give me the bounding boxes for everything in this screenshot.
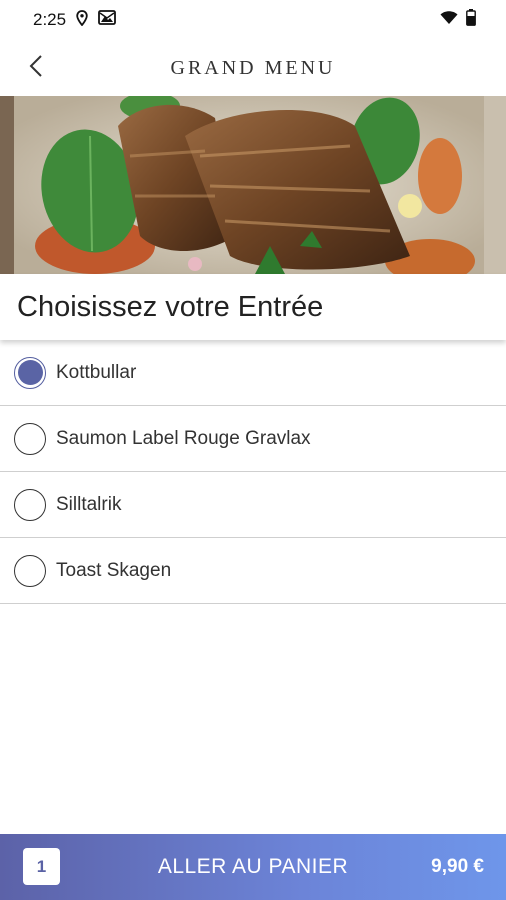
battery-icon [466, 9, 476, 31]
option-toast-skagen[interactable]: Toast Skagen [0, 538, 506, 604]
page-title: GRAND MENU [170, 56, 336, 79]
radio-dot [17, 360, 43, 385]
option-label: Kottbullar [56, 361, 137, 383]
location-pin-icon [76, 9, 88, 31]
gallery-icon [98, 10, 116, 30]
radio-button[interactable] [14, 554, 46, 587]
option-label: Toast Skagen [56, 559, 172, 581]
chevron-left-icon [29, 54, 43, 83]
status-left: 2:25 [33, 9, 116, 31]
option-label: Saumon Label Rouge Gravlax [56, 427, 311, 449]
radio-button-selected[interactable] [14, 356, 46, 389]
go-to-cart-button[interactable]: 1 ALLER AU PANIER 9,90 € [0, 834, 506, 900]
option-label: Silltalrik [56, 493, 122, 515]
radio-button[interactable] [14, 488, 46, 521]
section-header: Choisissez votre Entrée [0, 274, 506, 340]
option-kottbullar[interactable]: Kottbullar [0, 340, 506, 406]
hero-food-image [0, 96, 506, 274]
starter-options-list: Kottbullar Saumon Label Rouge Gravlax Si… [0, 340, 506, 604]
back-button[interactable] [18, 50, 54, 86]
status-bar: 2:25 [0, 0, 506, 40]
section-title: Choisissez votre Entrée [17, 290, 324, 323]
wifi-icon [440, 10, 458, 30]
status-time: 2:25 [33, 10, 67, 29]
app-bar: GRAND MENU [0, 40, 506, 96]
cart-total-price: 9,90 € [431, 856, 484, 877]
option-saumon-gravlax[interactable]: Saumon Label Rouge Gravlax [0, 406, 506, 472]
cart-button-label: ALLER AU PANIER [157, 855, 349, 878]
status-right [440, 9, 476, 31]
option-silltalrik[interactable]: Silltalrik [0, 472, 506, 538]
radio-button[interactable] [14, 422, 46, 455]
